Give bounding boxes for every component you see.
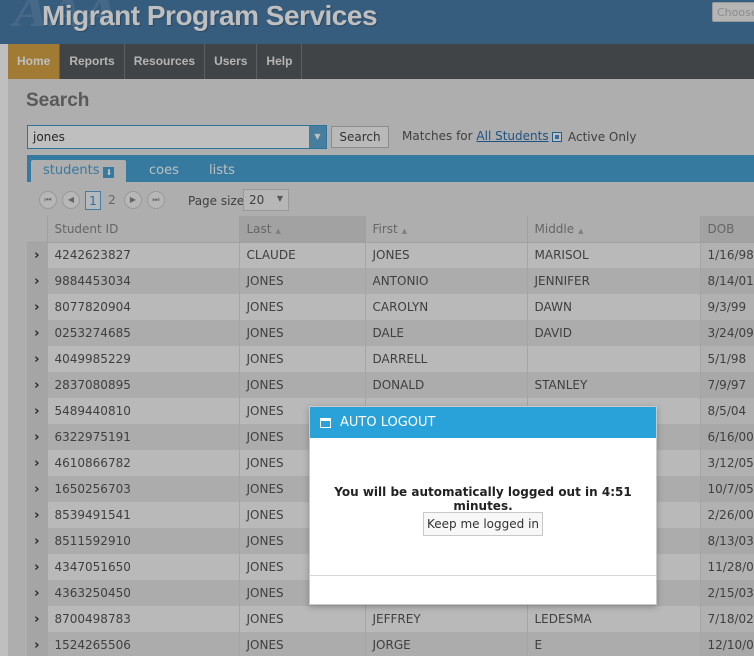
dialog-footer-divider bbox=[310, 575, 656, 576]
dialog-title: AUTO LOGOUT bbox=[340, 415, 436, 430]
dialog-header: AUTO LOGOUT bbox=[310, 407, 656, 438]
auto-logout-dialog: AUTO LOGOUT You will be automatically lo… bbox=[309, 406, 657, 605]
logout-message: You will be automatically logged out in … bbox=[334, 485, 632, 513]
window-icon bbox=[320, 418, 331, 428]
keep-logged-in-button[interactable]: Keep me logged in bbox=[423, 512, 543, 536]
